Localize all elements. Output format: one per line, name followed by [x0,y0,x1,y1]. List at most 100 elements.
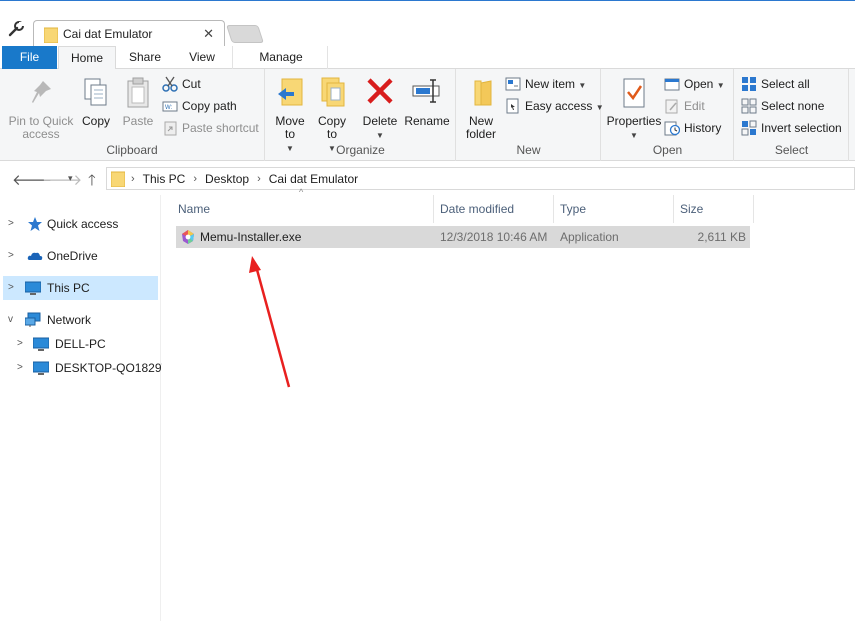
new-folder-button[interactable]: New folder [461,75,501,141]
cut-label: Cut [182,77,201,91]
move-to-icon [278,78,303,106]
address-bar[interactable]: › This PC › Desktop › Cai dat Emulator [106,167,855,190]
breadcrumb: › This PC › Desktop › Cai dat Emulator [111,171,358,187]
new-item-button[interactable]: New item ▼ [505,75,586,93]
history-icon [664,121,680,136]
cut-button[interactable]: Cut [162,75,201,93]
pin-to-quick-access-button[interactable]: Pin to Quick access [6,75,76,141]
delete-x-icon [367,78,393,104]
nav-item-onedrive[interactable]: > OneDrive [3,244,158,268]
nav-label: DELL-PC [55,337,106,351]
paste-label: Paste [122,114,154,128]
chevron-down-icon: ▼ [376,131,384,140]
chevron-right-icon[interactable]: > [8,276,14,300]
window-tab[interactable]: Cai dat Emulator ✕ [33,20,225,47]
forward-arrow-icon[interactable]: 🡒 [42,170,82,189]
new-group: New folder New item ▼ Easy access ▼ New [457,69,604,161]
new-tab-button[interactable] [226,25,264,43]
nav-item-desktop-qo1829t[interactable]: > DESKTOP-QO1829T [3,356,169,380]
nav-item-quick-access[interactable]: > Quick access [3,212,158,236]
column-header-date-modified[interactable]: Date modified [434,195,554,223]
select-none-button[interactable]: Select none [741,97,824,115]
chevron-down-icon: ▼ [578,81,587,90]
history-label: History [684,121,722,135]
edit-icon [665,99,678,114]
new-folder-icon [474,80,492,106]
new-group-label: New [516,143,541,157]
breadcrumb-separator-icon: › [131,173,135,185]
chevron-down-icon[interactable]: v [8,308,13,332]
nav-label: Network [47,313,92,327]
easy-access-label: Easy access [525,99,593,113]
invert-selection-icon [741,120,757,136]
clipboard-group-label: Clipboard [106,143,158,157]
tab-view[interactable]: View [180,46,224,69]
column-header-name[interactable]: Name [172,195,434,223]
copy-icon [84,78,107,106]
copy-path-button[interactable]: W: Copy path [162,97,237,115]
history-button[interactable]: History [664,119,721,137]
easy-access-icon [506,98,519,114]
breadcrumb-desktop[interactable]: Desktop [205,172,249,186]
nav-item-this-pc[interactable]: > This PC [3,276,158,300]
select-all-label: Select all [761,77,810,91]
scissors-icon [162,76,178,92]
chevron-down-icon: ▼ [716,81,725,90]
chevron-right-icon[interactable]: > [8,212,14,236]
paste-button[interactable]: Paste [120,75,156,128]
invert-selection-button[interactable]: Invert selection [741,119,842,137]
file-row[interactable]: Memu-Installer.exe 12/3/2018 10:46 AM Ap… [176,226,750,248]
open-button[interactable]: Open ▼ [664,75,725,93]
properties-icon [623,78,645,108]
copy-to-label: Copy to [317,114,346,141]
navigation-pane: > Quick access > OneDrive > This PC v Ne… [0,195,169,621]
file-size: 2,611 KB [697,230,746,244]
close-tab-icon[interactable]: ✕ [203,26,214,42]
tab-manage[interactable]: Manage [246,46,316,69]
rename-icon [412,79,440,103]
delete-button[interactable]: Delete ▼ [362,75,398,142]
file-list: ^ Name Date modified Type Size Memu-Inst… [162,187,855,621]
nav-item-network[interactable]: v Network [3,308,158,332]
up-arrow-icon[interactable]: 🡑 [88,170,96,195]
rename-button[interactable]: Rename [404,75,450,128]
breadcrumb-separator-icon: › [257,173,261,185]
copy-path-icon: W: [162,101,178,112]
chevron-down-icon: ▼ [630,131,638,140]
copy-button[interactable]: Copy [78,75,114,128]
tab-home[interactable]: Home [58,46,116,70]
wrench-icon[interactable] [7,20,25,38]
properties-button[interactable]: Properties ▼ [606,75,662,142]
memu-app-icon [182,230,194,244]
ribbon: Pin to Quick access Copy Paste Cut W: Co… [0,69,855,161]
chevron-right-icon[interactable]: > [17,332,23,356]
breadcrumb-this-pc[interactable]: This PC [143,172,186,186]
tab-file[interactable]: File [2,46,57,69]
move-to-label: Move to [275,114,305,141]
copy-path-label: Copy path [182,99,237,113]
recent-locations-chevron-icon[interactable]: ▾ [68,173,73,184]
column-header-size[interactable]: Size [674,195,754,223]
nav-label: OneDrive [47,249,98,263]
open-group-label: Open [652,143,683,157]
tab-share[interactable]: Share [122,46,168,69]
select-all-button[interactable]: Select all [741,75,810,93]
column-header-type[interactable]: Type [554,195,674,223]
folder-icon [44,27,58,43]
invert-selection-label: Invert selection [761,121,842,135]
breadcrumb-cai-dat-emulator[interactable]: Cai dat Emulator [269,172,358,186]
select-none-icon [741,98,757,114]
computer-icon [33,361,49,375]
paste-shortcut-button[interactable]: Paste shortcut [162,119,259,137]
chevron-right-icon[interactable]: > [8,244,14,268]
network-icon [25,312,41,327]
breadcrumb-separator-icon: › [193,173,198,185]
chevron-right-icon[interactable]: > [17,356,23,380]
copy-to-icon [321,77,345,107]
edit-button[interactable]: Edit [664,97,705,115]
easy-access-button[interactable]: Easy access ▼ [505,97,604,115]
copy-label: Copy [81,114,110,128]
star-icon [28,217,42,231]
file-type: Application [560,230,619,244]
nav-item-dell-pc[interactable]: > DELL-PC [3,332,158,356]
